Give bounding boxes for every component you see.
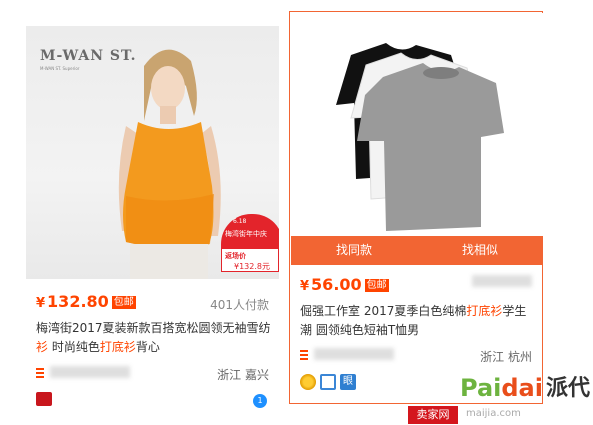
- product-title[interactable]: 倔强工作室 2017夏季白色纯棉打底衫学生潮 圆领纯色短袖T恤男: [300, 302, 535, 340]
- product-image[interactable]: [291, 13, 543, 265]
- badge-row: 眼: [300, 374, 356, 390]
- product-card-2[interactable]: 找同款 找相似 ¥56.00 包邮 倔强工作室 2017夏季白色纯棉打底衫学生潮 …: [289, 11, 543, 404]
- shop-link[interactable]: [300, 348, 394, 362]
- gold-medal-icon[interactable]: [300, 374, 316, 390]
- free-shipping-badge: 包邮: [364, 279, 389, 292]
- find-same-button[interactable]: 找同款: [291, 236, 417, 265]
- chat-icon[interactable]: 1: [253, 394, 267, 408]
- price: ¥132.80 包邮: [36, 292, 136, 311]
- promo-tag: 6.18 梅湾街年中庆 返场价 ¥132.8元: [221, 214, 279, 274]
- eye-icon[interactable]: 眼: [340, 374, 356, 390]
- free-shipping-badge: 包邮: [111, 296, 136, 309]
- location: 浙江 嘉兴: [217, 368, 269, 382]
- shop-name-blurred: [50, 366, 130, 378]
- product-title[interactable]: 梅湾街2017夏装新款百搭宽松圆领无袖雪纺衫 时尚纯色打底衫背心: [36, 319, 271, 357]
- hover-action-bar: 找同款 找相似: [291, 236, 543, 265]
- shop-name-blurred: [314, 348, 394, 360]
- shop-icon: [300, 350, 308, 360]
- shop-logo-icon[interactable]: [36, 392, 52, 406]
- shop-icon: [36, 368, 44, 378]
- product-image[interactable]: M-WAN ST. M-WAN ST. Superior 6.18 梅湾街年中庆…: [26, 26, 279, 279]
- sales-count-blurred: [472, 275, 532, 289]
- find-similar-button[interactable]: 找相似: [417, 236, 543, 265]
- price: ¥56.00 包邮: [300, 275, 389, 294]
- watermark-logo: Paidai 派代 卖家网 maijia.com: [408, 368, 593, 425]
- badge-row: [36, 392, 52, 406]
- tshirt-image: [336, 43, 504, 231]
- product-card-1[interactable]: M-WAN ST. M-WAN ST. Superior 6.18 梅湾街年中庆…: [26, 26, 279, 418]
- shop-link[interactable]: [36, 366, 130, 380]
- quality-icon[interactable]: [320, 374, 336, 390]
- sales-count: 401人付款: [210, 298, 269, 312]
- location: 浙江 杭州: [480, 350, 532, 364]
